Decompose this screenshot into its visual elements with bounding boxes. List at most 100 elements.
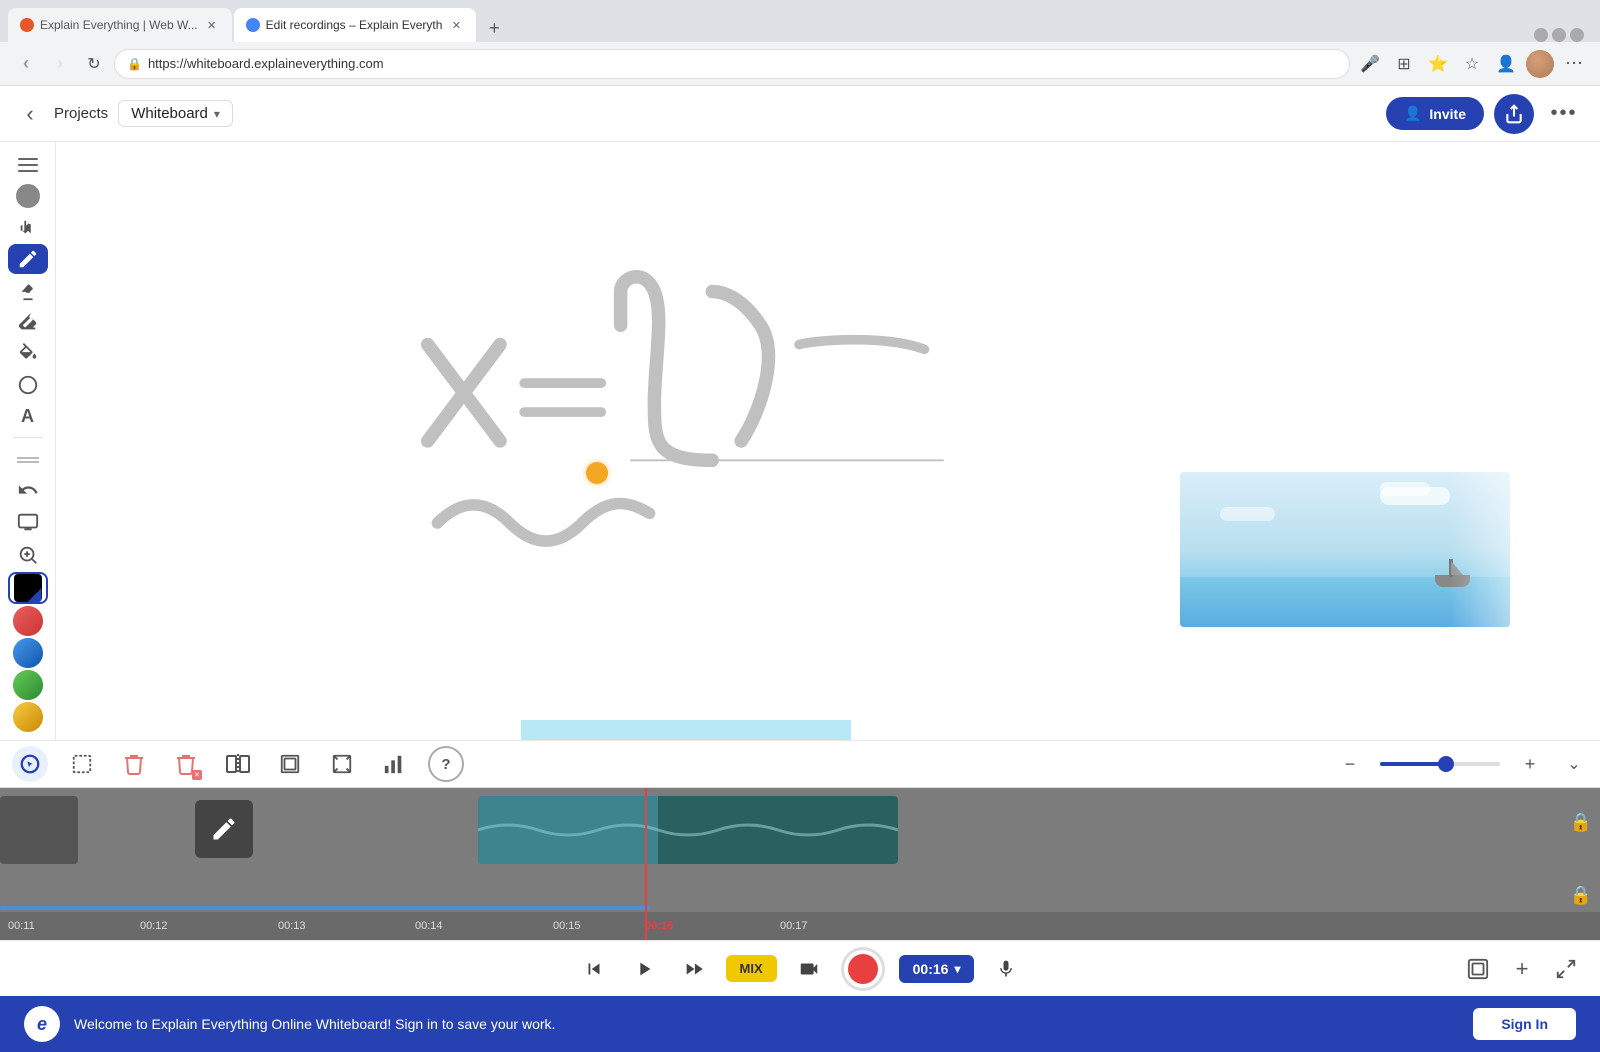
track-lock-2[interactable]: 🔒 [1570, 885, 1592, 906]
close-btn[interactable] [1570, 28, 1584, 42]
highlighter-tool-btn[interactable] [8, 276, 48, 305]
tab1-title: Explain Everything | Web W... [40, 18, 198, 32]
time-dropdown-icon: ▾ [954, 962, 960, 976]
reload-btn[interactable]: ↻ [80, 50, 108, 78]
left-toolbar: A [0, 142, 56, 740]
invite-btn[interactable]: 👤 Invite [1386, 97, 1484, 130]
browser-tabs-row: Explain Everything | Web W... ✕ Edit rec… [0, 0, 1600, 42]
whiteboard-drawing[interactable] [56, 142, 1600, 740]
dots-tool-btn[interactable] [8, 444, 48, 473]
shapes-tool-btn[interactable] [8, 370, 48, 399]
sun-dot [586, 462, 608, 484]
time-label-12: 00:12 [140, 920, 168, 932]
new-tab-btn[interactable]: + [480, 14, 508, 42]
color-gray[interactable] [8, 181, 48, 210]
zoom-out-btn[interactable]: − [1336, 750, 1364, 778]
back-nav-btn[interactable]: ‹ [12, 50, 40, 78]
undo-btn[interactable] [8, 476, 48, 505]
menu-btn[interactable] [8, 150, 48, 179]
tab2-favicon [246, 18, 260, 32]
browser-more-btn[interactable]: ⋯ [1560, 50, 1588, 78]
browser-tab-1[interactable]: Explain Everything | Web W... ✕ [8, 8, 232, 42]
minimize-btn[interactable] [1534, 28, 1548, 42]
timeline-selectbox-btn[interactable] [64, 746, 100, 782]
move-tool-btn[interactable] [8, 213, 48, 242]
play-btn[interactable] [626, 951, 662, 987]
address-bar[interactable]: 🔒 https://whiteboard.explaineverything.c… [114, 49, 1350, 79]
zoom-in-canvas-btn[interactable] [8, 541, 48, 570]
move-icon [17, 217, 39, 239]
tab2-close[interactable]: ✕ [448, 17, 464, 33]
mic-browser-btn[interactable]: 🎤 [1356, 50, 1384, 78]
account-btn[interactable]: 👤 [1492, 50, 1520, 78]
mix-btn[interactable]: MIX [726, 955, 777, 982]
timeline-expand-btn[interactable]: ⌄ [1560, 750, 1588, 778]
color-yellow[interactable] [8, 702, 48, 732]
play-icon [633, 958, 655, 980]
share-btn[interactable] [1494, 94, 1534, 134]
record-btn[interactable] [841, 947, 885, 991]
video-cam-btn[interactable] [791, 951, 827, 987]
grid-btn[interactable]: ⊞ [1390, 50, 1418, 78]
back-projects-btn[interactable]: ‹ [16, 100, 44, 128]
color-black[interactable] [8, 572, 48, 604]
timeline-delete-all-btn[interactable]: ✕ [168, 746, 204, 782]
pen-tool-btn[interactable] [8, 244, 48, 273]
color-green[interactable] [8, 670, 48, 700]
star-browser-btn[interactable]: ⭐ [1424, 50, 1452, 78]
timeline-help-btn[interactable]: ? [428, 746, 464, 782]
track-lock-1[interactable]: 🔒 [1570, 812, 1592, 833]
rewind-btn[interactable] [576, 951, 612, 987]
zoom-slider[interactable] [1380, 762, 1500, 766]
more-options-btn[interactable]: ••• [1544, 94, 1584, 134]
timeline-toolbar: ✕ ? − + [0, 740, 1600, 788]
timeline-main-clip[interactable] [478, 796, 898, 864]
stats-icon [383, 753, 405, 775]
timeline-pencil-clip[interactable] [195, 800, 253, 858]
timeline-crop-btn[interactable] [272, 746, 308, 782]
app-main: A [0, 142, 1600, 740]
time-label-15: 00:15 [553, 920, 581, 932]
zoom-in-btn[interactable]: + [1516, 750, 1544, 778]
split-icon [226, 753, 250, 775]
timeline-split-btn[interactable] [220, 746, 256, 782]
add-scene-btn[interactable]: + [1504, 951, 1540, 987]
timeline-track: 00:11 00:12 00:13 00:14 00:15 00:16 00:1… [0, 788, 1600, 940]
playhead[interactable] [645, 788, 647, 940]
zoom-slider-thumb[interactable] [1438, 756, 1454, 772]
time-value: 00:16 [913, 961, 949, 977]
scene-thumb-btn[interactable] [1460, 951, 1496, 987]
fullscreen-btn[interactable] [1548, 951, 1584, 987]
timeline-delete-btn[interactable] [116, 746, 152, 782]
text-tool-btn[interactable]: A [8, 402, 48, 431]
screen-tool-btn[interactable] [8, 507, 48, 536]
screen-icon [17, 511, 39, 533]
select-edit-icon [19, 753, 41, 775]
forward-nav-btn[interactable]: › [46, 50, 74, 78]
select-box-icon [71, 753, 93, 775]
whiteboard-selector[interactable]: Whiteboard ▾ [118, 100, 233, 127]
color-blue[interactable] [8, 638, 48, 668]
mic-player-btn[interactable] [988, 951, 1024, 987]
color-red[interactable] [8, 606, 48, 636]
shapes-icon [17, 374, 39, 396]
signin-btn[interactable]: Sign In [1473, 1008, 1576, 1040]
zoom-icon [17, 544, 39, 566]
scene-thumb-icon [1467, 958, 1489, 980]
projects-label[interactable]: Projects [54, 105, 108, 122]
timeline-stats-btn[interactable] [376, 746, 412, 782]
tab1-close[interactable]: ✕ [204, 17, 220, 33]
bottom-banner: e Welcome to Explain Everything Online W… [0, 996, 1600, 1052]
timeline-clip-left[interactable] [0, 796, 78, 864]
time-display[interactable]: 00:16 ▾ [899, 955, 975, 983]
eraser-tool-btn[interactable] [8, 307, 48, 336]
favorites-btn[interactable]: ☆ [1458, 50, 1486, 78]
timeline-mask-btn[interactable] [324, 746, 360, 782]
maximize-btn[interactable] [1552, 28, 1566, 42]
browser-avatar[interactable] [1526, 50, 1554, 78]
fast-forward-btn[interactable] [676, 951, 712, 987]
browser-tab-2[interactable]: Edit recordings – Explain Everyth ✕ [234, 8, 477, 42]
browser-chrome: Explain Everything | Web W... ✕ Edit rec… [0, 0, 1600, 86]
timeline-select-btn[interactable] [12, 746, 48, 782]
fill-tool-btn[interactable] [8, 339, 48, 368]
